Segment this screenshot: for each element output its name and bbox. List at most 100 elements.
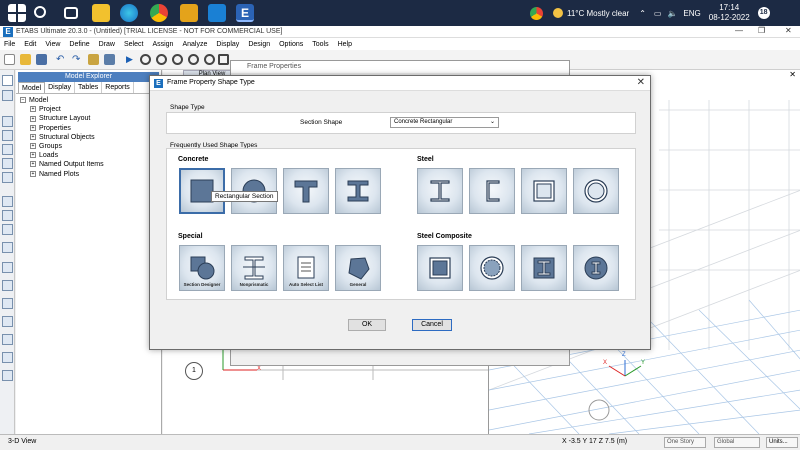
pan-icon[interactable] bbox=[204, 54, 215, 65]
draw-opening-icon[interactable] bbox=[2, 242, 13, 253]
units-button[interactable]: Units... bbox=[766, 437, 798, 448]
notification-badge[interactable]: 18 bbox=[757, 7, 770, 19]
expand-icon[interactable]: + bbox=[30, 170, 36, 177]
draw-strip-icon[interactable] bbox=[2, 352, 13, 363]
draw-brace-icon[interactable] bbox=[2, 144, 13, 155]
draw-tendon-icon[interactable] bbox=[2, 334, 13, 345]
tree-item-loads[interactable]: + Loads bbox=[20, 151, 161, 160]
draw-wall-icon[interactable] bbox=[2, 210, 13, 221]
menu-select[interactable]: Select bbox=[124, 41, 143, 48]
chevron-up-icon[interactable]: ⌃ bbox=[639, 9, 646, 18]
concrete-i-section-button[interactable] bbox=[335, 168, 381, 214]
menu-design[interactable]: Design bbox=[248, 41, 270, 48]
run-analysis-icon[interactable]: ▶ bbox=[126, 54, 137, 65]
tree-item-properties[interactable]: + Properties bbox=[20, 124, 161, 133]
draw-beam-icon[interactable] bbox=[2, 158, 13, 169]
zoom-window-icon[interactable] bbox=[172, 54, 183, 65]
close-button[interactable]: ✕ bbox=[785, 26, 792, 35]
network-icon[interactable]: ▭ bbox=[654, 9, 662, 18]
steel-channel-button[interactable] bbox=[469, 168, 515, 214]
draw-point-icon[interactable] bbox=[2, 370, 13, 381]
collapse-icon[interactable]: − bbox=[20, 97, 26, 104]
steel-pipe-button[interactable] bbox=[573, 168, 619, 214]
menu-define[interactable]: Define bbox=[69, 41, 89, 48]
tree-item-named-output-items[interactable]: + Named Output Items bbox=[20, 160, 161, 169]
story-select[interactable]: One Story bbox=[664, 437, 706, 448]
menu-edit[interactable]: Edit bbox=[24, 41, 36, 48]
draw-slab-icon[interactable] bbox=[2, 224, 13, 235]
composite-filled-pipe-button[interactable] bbox=[469, 245, 515, 291]
etabs-icon[interactable]: E bbox=[236, 4, 254, 22]
zoom-fit-icon[interactable] bbox=[188, 54, 199, 65]
composite-encased-i-button[interactable] bbox=[521, 245, 567, 291]
menu-file[interactable]: File bbox=[4, 41, 15, 48]
zoom-in-icon[interactable] bbox=[140, 54, 151, 65]
store-icon[interactable] bbox=[180, 4, 198, 22]
search-icon[interactable] bbox=[34, 6, 46, 18]
expand-icon[interactable]: + bbox=[30, 133, 36, 140]
task-view-icon[interactable] bbox=[64, 7, 78, 19]
lock-icon[interactable] bbox=[88, 54, 99, 65]
composite-filled-tube-button[interactable] bbox=[417, 245, 463, 291]
tab-model[interactable]: Model bbox=[18, 82, 46, 93]
tree-item-project[interactable]: + Project bbox=[20, 105, 161, 114]
chrome-icon[interactable] bbox=[150, 4, 168, 22]
coordinate-system-select[interactable]: Global bbox=[714, 437, 760, 448]
edge-icon[interactable] bbox=[120, 4, 138, 22]
draw-link-icon[interactable] bbox=[2, 262, 13, 273]
menu-view[interactable]: View bbox=[45, 41, 60, 48]
expand-icon[interactable]: + bbox=[30, 161, 36, 168]
expand-icon[interactable]: + bbox=[30, 143, 36, 150]
language-indicator[interactable]: ENG bbox=[683, 9, 700, 18]
menu-tools[interactable]: Tools bbox=[312, 41, 328, 48]
new-model-icon[interactable] bbox=[4, 54, 15, 65]
draw-column-icon[interactable] bbox=[2, 172, 13, 183]
save-icon[interactable] bbox=[36, 54, 47, 65]
tree-root[interactable]: − Model bbox=[20, 96, 161, 105]
expand-icon[interactable]: + bbox=[30, 106, 36, 113]
menu-options[interactable]: Options bbox=[279, 41, 303, 48]
expand-icon[interactable]: + bbox=[30, 124, 36, 131]
tree-item-groups[interactable]: + Groups bbox=[20, 142, 161, 151]
rubber-band-zoom-icon[interactable] bbox=[218, 54, 229, 65]
section-designer-button[interactable]: Section Designer bbox=[179, 245, 225, 291]
tree-item-structural-objects[interactable]: + Structural Objects bbox=[20, 133, 161, 142]
chrome-tray-icon[interactable] bbox=[530, 6, 543, 20]
file-explorer-icon[interactable] bbox=[92, 4, 110, 22]
mail-icon[interactable] bbox=[208, 4, 226, 22]
volume-icon[interactable]: 🔈 bbox=[667, 9, 677, 18]
nonprismatic-button[interactable]: Nonprismatic bbox=[231, 245, 277, 291]
menu-analyze[interactable]: Analyze bbox=[182, 41, 207, 48]
tab-reports[interactable]: Reports bbox=[102, 82, 134, 93]
menu-draw[interactable]: Draw bbox=[99, 41, 115, 48]
draw-frame-icon[interactable] bbox=[2, 130, 13, 141]
general-section-button[interactable]: General bbox=[335, 245, 381, 291]
expand-icon[interactable]: + bbox=[30, 115, 36, 122]
zoom-out-icon[interactable] bbox=[156, 54, 167, 65]
draw-area-icon[interactable] bbox=[2, 196, 13, 207]
view-close-icon[interactable]: ✕ bbox=[789, 70, 796, 79]
concrete-tee-button[interactable] bbox=[283, 168, 329, 214]
clock[interactable]: 17:14 08-12-2022 bbox=[709, 3, 750, 23]
expand-icon[interactable]: + bbox=[30, 152, 36, 159]
weather-text[interactable]: 11°C Mostly clear bbox=[567, 9, 629, 18]
pencil-icon[interactable] bbox=[104, 54, 115, 65]
minimize-button[interactable]: — bbox=[735, 26, 743, 35]
steel-i-wide-flange-button[interactable] bbox=[417, 168, 463, 214]
dialog-close-icon[interactable]: ✕ bbox=[637, 77, 645, 88]
windows-icon[interactable] bbox=[8, 4, 26, 22]
cancel-button[interactable]: Cancel bbox=[412, 319, 452, 331]
ok-button[interactable]: OK bbox=[348, 319, 386, 331]
auto-select-list-button[interactable]: Auto Select List bbox=[283, 245, 329, 291]
open-icon[interactable] bbox=[20, 54, 31, 65]
draw-dimension-icon[interactable] bbox=[2, 280, 13, 291]
composite-encased-circle-button[interactable] bbox=[573, 245, 619, 291]
tab-display[interactable]: Display bbox=[45, 82, 76, 93]
redo-icon[interactable]: ↷ bbox=[72, 54, 83, 65]
tree-item-named-plots[interactable]: + Named Plots bbox=[20, 170, 161, 179]
reshape-icon[interactable] bbox=[2, 90, 13, 101]
menu-help[interactable]: Help bbox=[338, 41, 352, 48]
steel-tube-button[interactable] bbox=[521, 168, 567, 214]
weather-icon[interactable] bbox=[553, 8, 563, 18]
section-shape-select[interactable]: Concrete Rectangular ⌄ bbox=[390, 117, 499, 128]
